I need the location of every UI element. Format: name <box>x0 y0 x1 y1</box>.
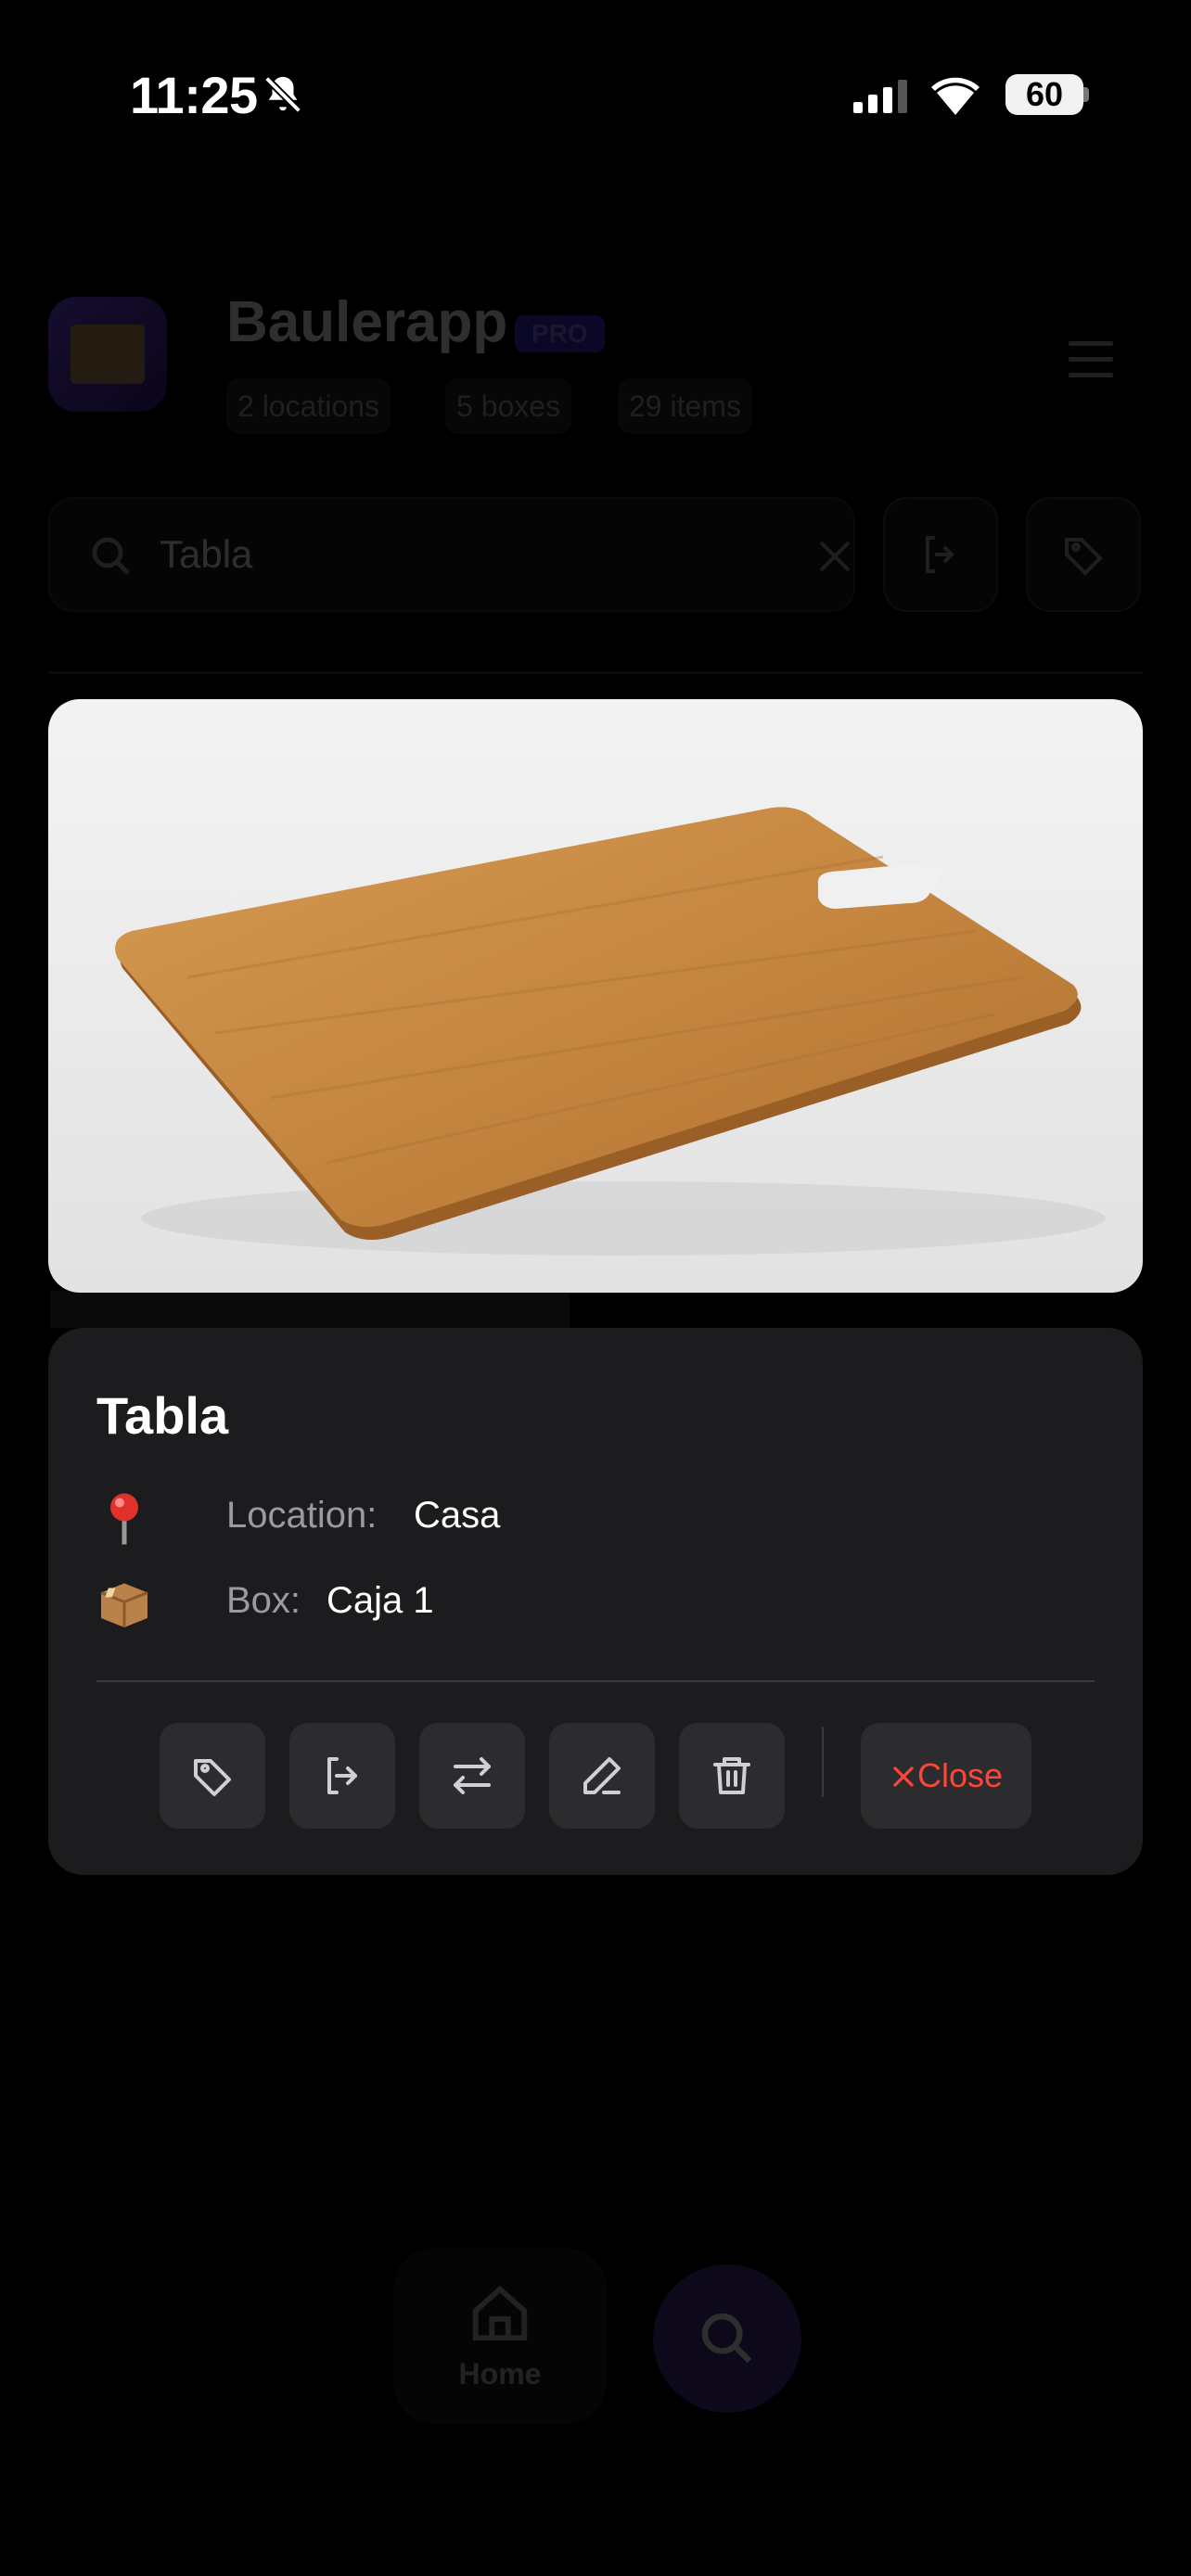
clear-search-icon <box>819 541 851 572</box>
delete-item-button[interactable] <box>679 1723 785 1829</box>
checkout-item-button[interactable] <box>289 1723 395 1829</box>
box-label: Box: <box>226 1580 301 1621</box>
search-icon <box>92 537 130 575</box>
app-title: Baulerapp <box>226 290 508 354</box>
package-icon <box>100 1583 148 1627</box>
close-icon <box>892 1766 915 1788</box>
close-button-label: Close <box>916 1756 1004 1794</box>
actions-separator <box>822 1727 824 1797</box>
edit-item-button[interactable] <box>549 1723 655 1829</box>
item-detail-card: Tabla Location: Casa Box: Caja 1 Close <box>48 1328 1143 1875</box>
boxes-count-chip: 5 boxes <box>445 378 572 434</box>
location-label: Location: <box>226 1495 378 1536</box>
swap-arrows-icon <box>454 1757 491 1794</box>
checkout-icon <box>926 536 954 573</box>
tag-icon <box>194 1759 231 1796</box>
pushpin-icon <box>110 1493 138 1545</box>
tag-icon <box>1065 538 1103 576</box>
hamburger-menu-icon[interactable] <box>1069 339 1113 385</box>
locations-count-chip: 2 locations <box>226 378 391 434</box>
pro-badge: PRO <box>515 315 605 352</box>
card-divider <box>96 1680 1095 1682</box>
search-icon <box>701 2313 752 2364</box>
result-thumbnail <box>50 1291 570 1328</box>
nav-home-label: Home <box>458 2357 542 2391</box>
home-icon <box>472 2285 528 2341</box>
box-value: Caja 1 <box>327 1580 434 1621</box>
pencil-icon <box>583 1757 621 1794</box>
section-divider <box>48 671 1143 674</box>
items-count-chip: 29 items <box>618 378 752 434</box>
search-input[interactable]: Tabla <box>48 497 855 612</box>
nav-home-button[interactable]: Home <box>393 2248 607 2424</box>
nav-search-button[interactable] <box>653 2264 801 2413</box>
item-photo <box>48 699 1143 1293</box>
tag-filter-button[interactable] <box>1026 497 1141 612</box>
tag-item-button[interactable] <box>160 1723 265 1829</box>
checkout-icon <box>327 1757 357 1794</box>
item-title: Tabla <box>96 1386 229 1445</box>
close-button[interactable]: Close <box>861 1723 1031 1829</box>
trash-icon <box>713 1757 750 1794</box>
move-item-button[interactable] <box>419 1723 525 1829</box>
checkout-filter-button[interactable] <box>883 497 998 612</box>
app-logo <box>48 297 167 412</box>
search-value: Tabla <box>160 532 253 576</box>
location-value: Casa <box>414 1495 501 1536</box>
